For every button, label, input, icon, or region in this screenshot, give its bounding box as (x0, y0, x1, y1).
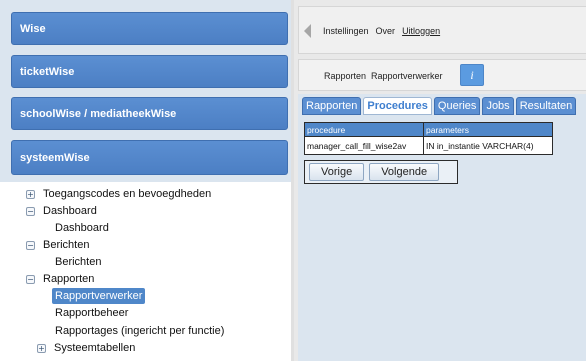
tree-item-rapportbeheer[interactable]: Rapportbeheer (55, 307, 128, 319)
prev-button[interactable]: Vorige (309, 163, 365, 181)
breadcrumb-rapportverwerker[interactable]: Rapportverwerker (371, 71, 443, 81)
tree-item-label: Rapporten (43, 273, 95, 285)
app-wise-button[interactable]: Wise (11, 12, 288, 45)
breadcrumb-bar: Rapporten Rapportverwerker i (298, 59, 586, 91)
top-links: Instellingen Over Uitloggen (323, 26, 440, 36)
tree-item-berichten[interactable]: − Berichten (26, 239, 89, 251)
tab-procedures[interactable]: Procedures (363, 97, 432, 115)
next-button[interactable]: Volgende (369, 163, 440, 181)
tree-item-label: Systeemtabellen (54, 342, 136, 354)
tree-item-dashboard[interactable]: − Dashboard (26, 205, 97, 217)
tree-item-label: Rapportverwerker (52, 288, 146, 304)
cell-procedure: manager_call_fill_wise2av (304, 136, 424, 155)
uitloggen-link[interactable]: Uitloggen (402, 26, 440, 36)
tab-rapporten[interactable]: Rapporten (302, 97, 362, 115)
tab-bar: Rapporten Procedures Queries Jobs Result… (302, 97, 578, 115)
tree-item-label: Berichten (55, 256, 102, 268)
tree-item-label: Berichten (43, 239, 90, 251)
tab-resultaten[interactable]: Resultaten (515, 97, 577, 115)
over-link[interactable]: Over (376, 26, 396, 36)
info-icon: i (470, 67, 474, 82)
tree-item-label: Dashboard (55, 222, 109, 234)
top-bar: Instellingen Over Uitloggen (298, 6, 586, 54)
tree-item-dashboard-child[interactable]: Dashboard (55, 222, 109, 234)
tree-item-label: Rapportages (ingericht per functie) (55, 325, 225, 337)
table-row[interactable]: manager_call_fill_wise2av IN in_instanti… (304, 136, 553, 155)
expand-icon[interactable]: + (26, 189, 35, 199)
app-schoolwise-button[interactable]: schoolWise / mediatheekWise (11, 97, 288, 130)
collapse-icon[interactable]: − (26, 240, 35, 250)
procedures-table: procedure parameters manager_call_fill_w… (304, 122, 553, 155)
left-panel: Wise ticketWise schoolWise / mediatheekW… (0, 0, 291, 361)
breadcrumb: Rapporten Rapportverwerker (324, 71, 443, 81)
cell-parameters: IN in_instantie VARCHAR(4) (423, 136, 553, 155)
tree-item-rapportages[interactable]: Rapportages (ingericht per functie) (55, 325, 224, 337)
expand-icon[interactable]: + (37, 343, 46, 353)
column-header-parameters[interactable]: parameters (423, 122, 553, 137)
tree-item-label: Toegangscodes en bevoegdheden (43, 188, 212, 200)
app-systeemwise-button[interactable]: systeemWise (11, 140, 288, 175)
tree-item-rapporten[interactable]: − Rapporten (26, 273, 94, 285)
tab-queries[interactable]: Queries (433, 97, 481, 115)
breadcrumb-rapporten[interactable]: Rapporten (324, 71, 366, 81)
back-arrow-icon[interactable] (304, 24, 311, 38)
collapse-icon[interactable]: − (26, 274, 35, 284)
navigation-tree: + Toegangscodes en bevoegdheden − Dashbo… (0, 182, 291, 361)
collapse-icon[interactable]: − (26, 206, 35, 216)
tree-item-rapportverwerker[interactable]: Rapportverwerker (52, 288, 146, 304)
column-header-procedure[interactable]: procedure (304, 122, 424, 137)
table-header-row: procedure parameters (304, 122, 553, 137)
tab-jobs[interactable]: Jobs (482, 97, 514, 115)
pager: Vorige Volgende (304, 160, 458, 184)
instellingen-link[interactable]: Instellingen (323, 26, 369, 36)
tree-item-berichten-child[interactable]: Berichten (55, 256, 101, 268)
tree-item-toegangscodes[interactable]: + Toegangscodes en bevoegdheden (26, 188, 211, 200)
app-ticketwise-button[interactable]: ticketWise (11, 55, 288, 88)
info-button[interactable]: i (460, 64, 484, 86)
tree-item-label: Rapportbeheer (55, 307, 129, 319)
tree-item-label: Dashboard (43, 205, 97, 217)
main-content: Rapporten Procedures Queries Jobs Result… (298, 94, 586, 361)
right-panel: Instellingen Over Uitloggen Rapporten Ra… (291, 0, 586, 361)
tree-item-systeemtabellen[interactable]: + Systeemtabellen (37, 342, 135, 354)
